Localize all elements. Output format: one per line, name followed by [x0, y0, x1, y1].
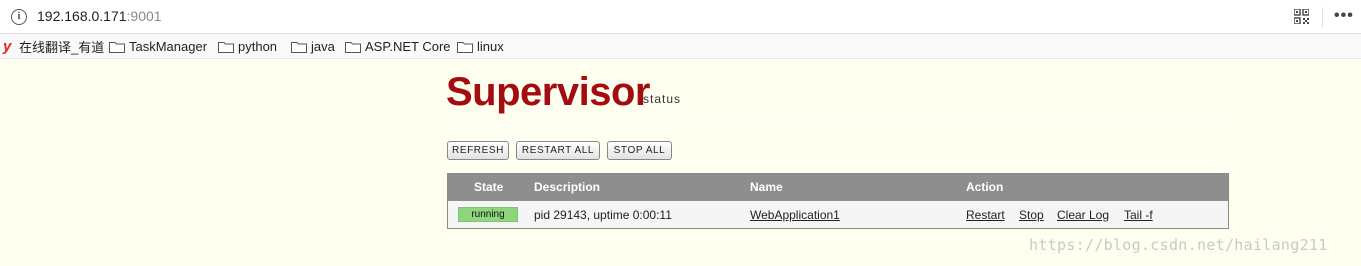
- folder-icon: [218, 41, 234, 53]
- bookmark-aspnet-core[interactable]: ASP.NET Core: [345, 38, 451, 55]
- bookmark-label: java: [311, 39, 335, 54]
- bookmark-linux[interactable]: linux: [457, 38, 504, 55]
- toolbar-divider: [1322, 7, 1323, 27]
- youdao-icon: y: [3, 38, 12, 55]
- process-description: pid 29143, uptime 0:00:11: [534, 208, 672, 222]
- more-dots-icon[interactable]: •••: [1334, 6, 1353, 26]
- supervisor-logo: Supervisor: [446, 70, 650, 114]
- tail-link[interactable]: Tail -f: [1124, 208, 1153, 222]
- clear-log-link[interactable]: Clear Log: [1057, 208, 1109, 222]
- bookmark-python[interactable]: python: [218, 38, 277, 55]
- bookmark-label: TaskManager: [129, 39, 208, 54]
- restart-link[interactable]: Restart: [966, 208, 1005, 222]
- url-host: 192.168.0.171: [37, 8, 127, 24]
- table-row: running pid 29143, uptime 0:00:11 WebApp…: [448, 201, 1228, 228]
- folder-icon: [109, 41, 125, 53]
- bookmark-label: linux: [477, 39, 504, 54]
- header-action: Action: [966, 180, 1004, 194]
- bookmark-taskmanager[interactable]: TaskManager: [109, 38, 207, 55]
- bookmark-java[interactable]: java: [291, 38, 335, 55]
- bookmark-label: ASP.NET Core: [365, 39, 451, 54]
- bookmarks-bar: y 在线翻译_有道 TaskManager python java ASP.NE…: [0, 34, 1361, 59]
- logo-subtitle: status: [643, 92, 682, 106]
- folder-icon: [345, 41, 361, 53]
- bookmark-label: 在线翻译_有道: [19, 40, 105, 55]
- browser-address-bar[interactable]: i 192.168.0.171:9001 •••: [0, 0, 1361, 34]
- stop-link[interactable]: Stop: [1019, 208, 1044, 222]
- qr-code-icon[interactable]: [1294, 9, 1309, 24]
- info-icon[interactable]: i: [11, 9, 27, 25]
- header-divider: [447, 126, 1229, 127]
- url-port: :9001: [126, 8, 162, 24]
- table-header: State Description Name Action: [448, 174, 1228, 201]
- stop-all-button[interactable]: STOP ALL: [607, 141, 672, 160]
- header-description: Description: [534, 180, 601, 194]
- status-badge: running: [458, 207, 518, 222]
- folder-icon: [457, 41, 473, 53]
- folder-icon: [291, 41, 307, 53]
- process-name-link[interactable]: WebApplication1: [750, 208, 840, 222]
- url-field[interactable]: 192.168.0.171:9001: [37, 8, 162, 24]
- bookmark-label: python: [238, 39, 278, 54]
- header-name: Name: [750, 180, 783, 194]
- bookmark-youdao[interactable]: y 在线翻译_有道: [3, 38, 104, 55]
- process-table: State Description Name Action running pi…: [447, 173, 1229, 229]
- refresh-button[interactable]: REFRESH: [447, 141, 509, 160]
- header-state: State: [474, 180, 504, 194]
- watermark: https://blog.csdn.net/hailang211: [1029, 236, 1328, 254]
- restart-all-button[interactable]: RESTART ALL: [516, 141, 600, 160]
